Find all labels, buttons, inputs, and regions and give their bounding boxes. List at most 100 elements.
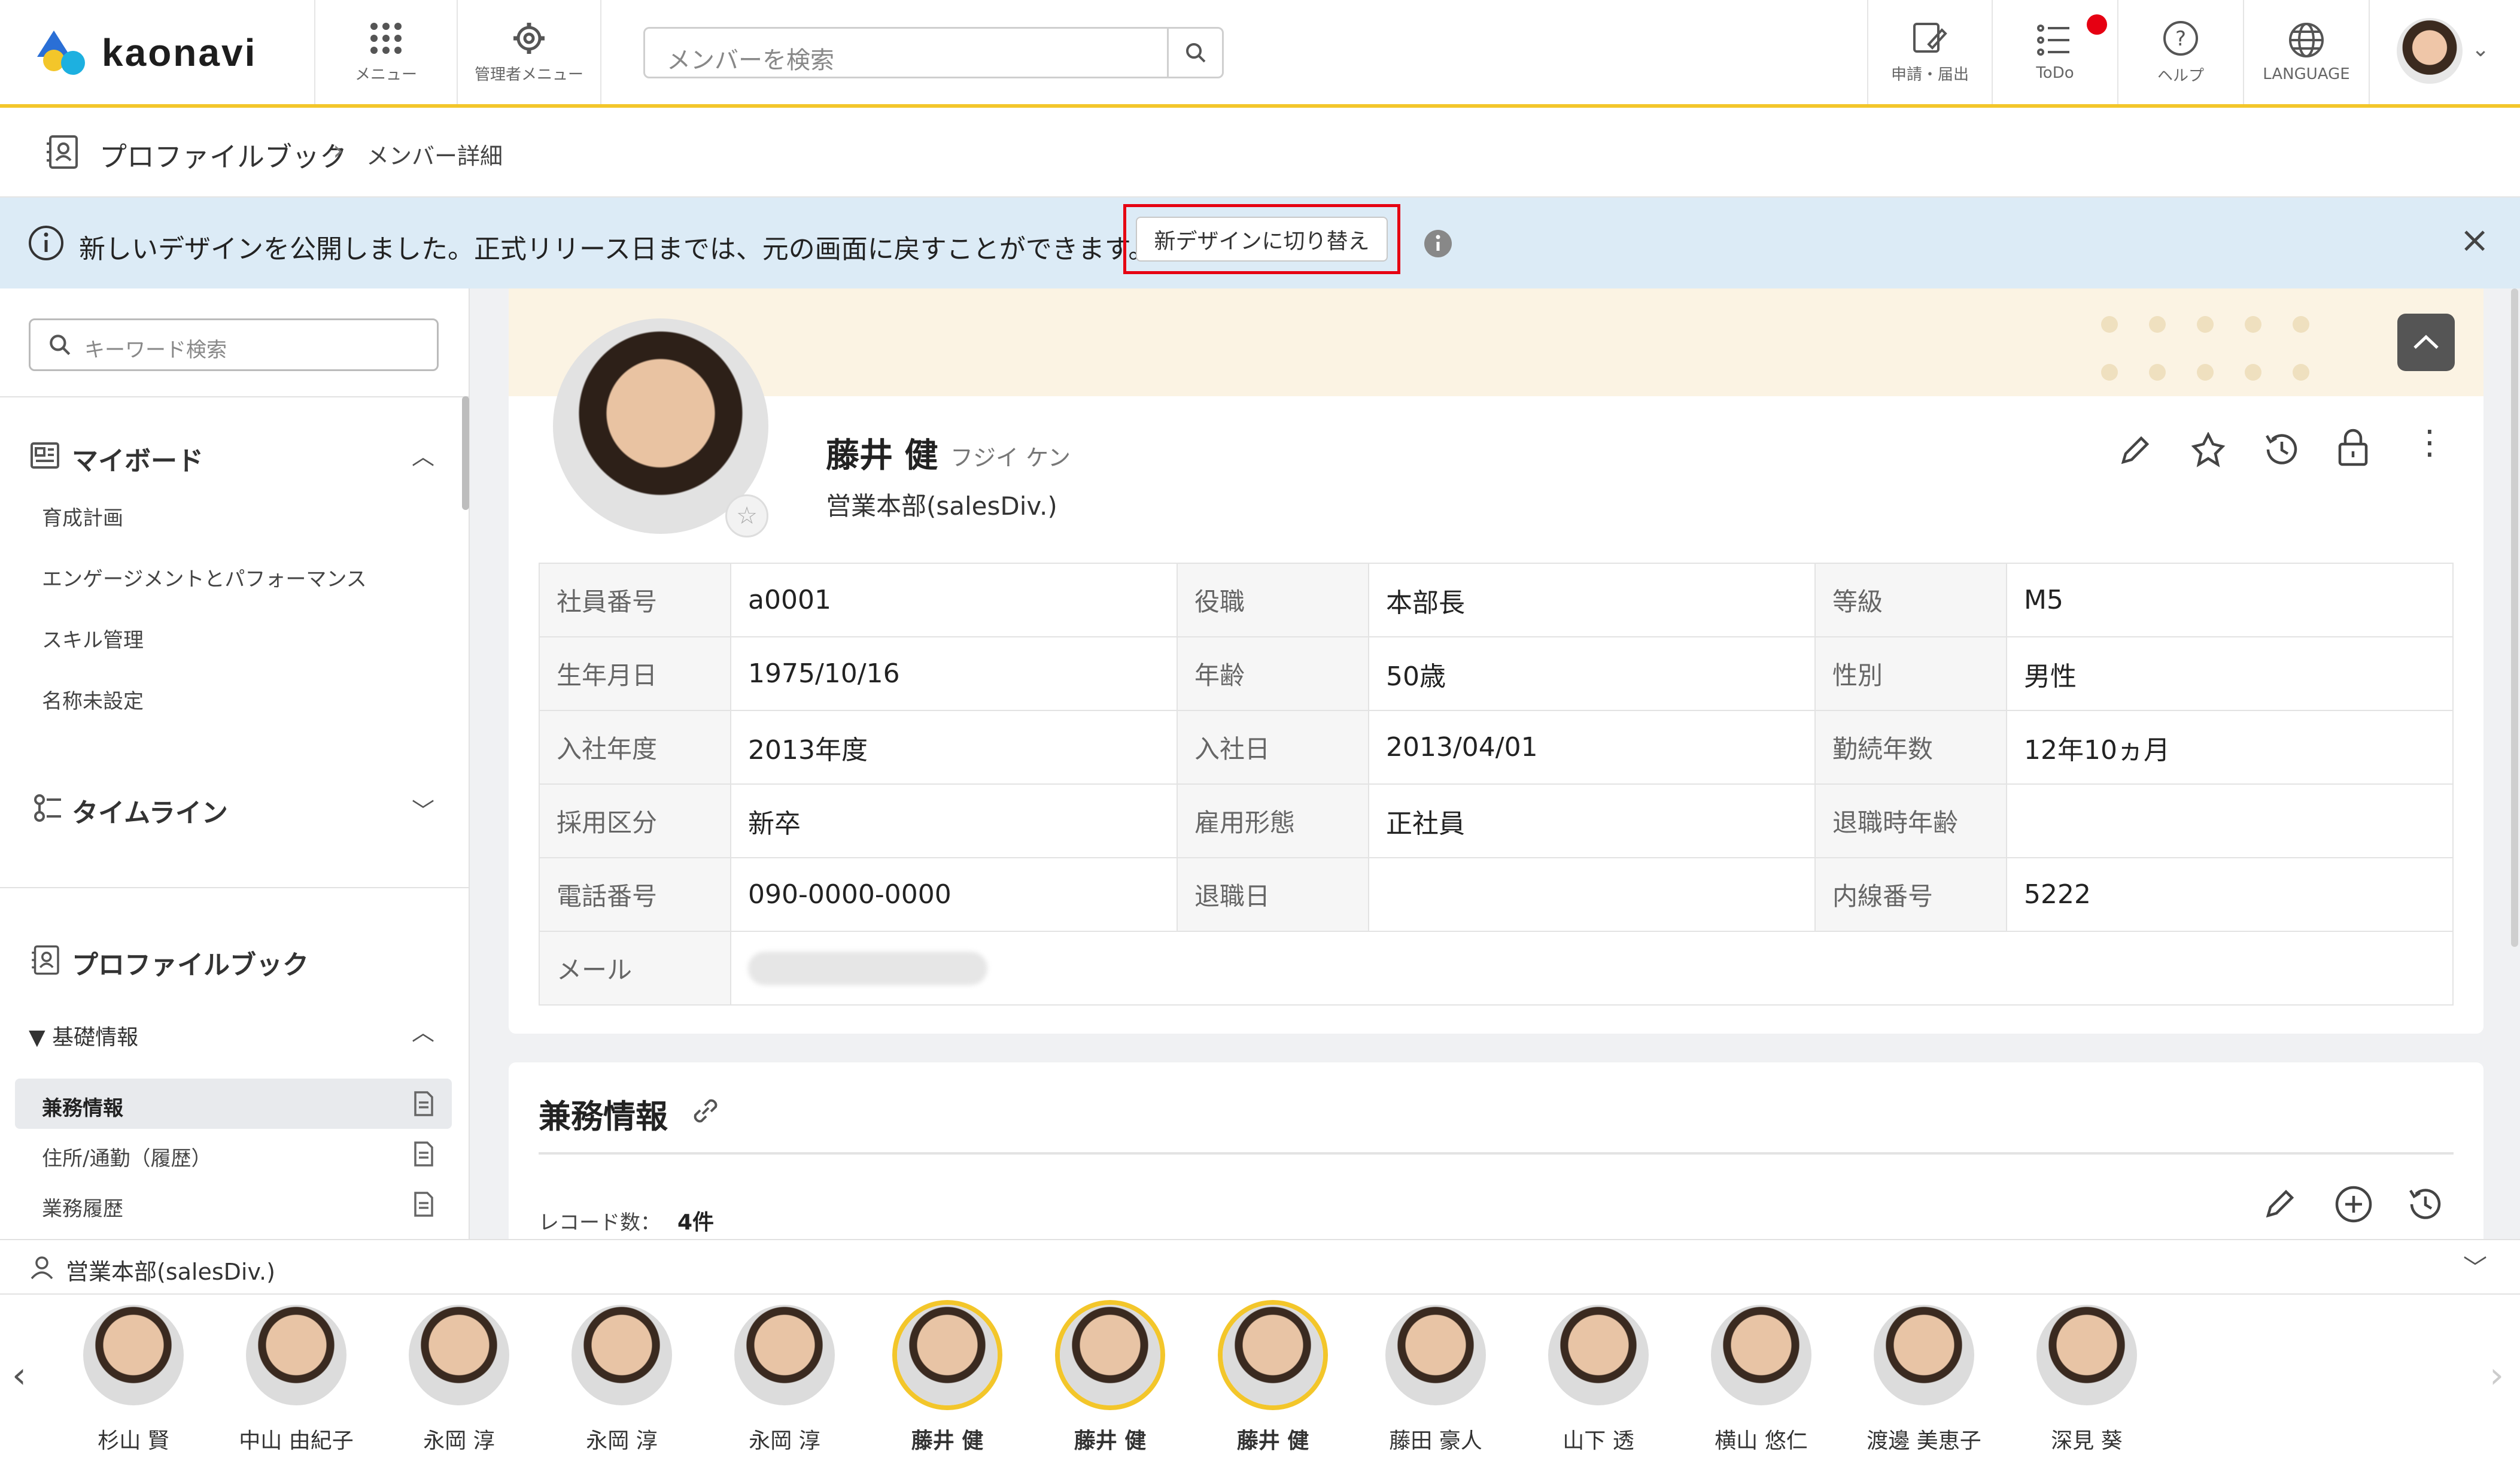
basic-info-item[interactable]: 業務履歴	[42, 1192, 123, 1222]
basic-info-item[interactable]: 兼務情報	[42, 1092, 123, 1121]
field-label: 役職	[1177, 563, 1369, 637]
timeline-title[interactable]: タイムライン	[72, 791, 228, 830]
member-item[interactable]: 横山 悠仁	[1689, 1305, 1833, 1454]
chevron-down-icon[interactable]: ﹀	[2463, 1249, 2487, 1283]
breadcrumb-root[interactable]: プロファイルブック	[99, 135, 347, 175]
document-icon	[414, 1141, 433, 1167]
table-row: メール	[539, 931, 2454, 1006]
board-icon	[31, 442, 59, 469]
favorite-star-icon[interactable]: ☆	[725, 494, 768, 537]
search-icon	[50, 335, 71, 356]
member-item[interactable]: 杉山 賢	[62, 1305, 205, 1454]
more-options-icon[interactable]: ⋮	[2413, 426, 2446, 460]
member-avatar	[1385, 1305, 1486, 1405]
member-avatar	[572, 1305, 672, 1405]
collapse-cover-button[interactable]	[2397, 314, 2455, 371]
field-value: 正社員	[1368, 783, 1816, 858]
field-label: 雇用形態	[1177, 783, 1369, 858]
field-label: 社員番号	[539, 563, 731, 637]
user-menu-chevron-icon[interactable]: ⌄	[2472, 37, 2489, 62]
member-avatar	[83, 1305, 184, 1405]
profilebook-title[interactable]: プロファイルブック	[72, 943, 309, 982]
member-search[interactable]: メンバーを検索	[643, 27, 1224, 78]
field-label: 内線番号	[1814, 857, 2007, 932]
chevron-up-icon	[2413, 335, 2439, 349]
myboard-item[interactable]: エンゲージメントとパフォーマンス	[42, 563, 367, 592]
logo-text: kaonavi	[102, 31, 257, 74]
member-search-input[interactable]: メンバーを検索	[667, 41, 834, 75]
info-filled-icon[interactable]	[1423, 229, 1453, 259]
user-avatar[interactable]	[2397, 18, 2463, 84]
edit-pencil-icon[interactable]	[2262, 1186, 2298, 1222]
next-arrow-icon[interactable]: ›	[2489, 1354, 2504, 1396]
pin-icon[interactable]	[2190, 432, 2226, 468]
apply-button[interactable]: 申請・届出	[1867, 0, 1993, 104]
breadcrumb-current: メンバー詳細	[366, 143, 503, 169]
keyword-search[interactable]: キーワード検索	[29, 318, 439, 371]
profile-book-icon	[32, 945, 59, 975]
field-label: 等級	[1814, 563, 2007, 637]
table-row: 入社年度 2013年度 入社日 2013/04/01 勤続年数 12年10ヵ月	[539, 710, 2454, 785]
chevron-up-icon[interactable]: ︿	[412, 1014, 434, 1047]
myboard-item[interactable]: 育成計画	[42, 502, 123, 531]
member-item[interactable]: 中山 由紀子	[224, 1305, 368, 1454]
apply-label: 申請・届出	[1890, 65, 1969, 84]
field-label: 電話番号	[539, 857, 731, 932]
member-item[interactable]: 藤田 豪人	[1364, 1305, 1507, 1454]
member-name: 中山 由紀子	[239, 1429, 354, 1453]
grid-icon	[370, 22, 402, 54]
group-label[interactable]: 営業本部(salesDiv.)	[66, 1253, 275, 1286]
chevron-up-icon[interactable]: ︿	[412, 438, 434, 471]
sidebar-scrollbar[interactable]	[462, 396, 469, 510]
member-name: 横山 悠仁	[1715, 1429, 1808, 1453]
member-item[interactable]: 山下 透	[1527, 1305, 1670, 1454]
language-label: LANGUAGE	[2263, 65, 2350, 83]
member-item[interactable]: 渡邊 美恵子	[1852, 1305, 1996, 1454]
kaonavi-logo[interactable]: kaonavi	[36, 23, 257, 83]
keyword-search-input[interactable]: キーワード検索	[84, 333, 227, 363]
close-icon[interactable]: ×	[2460, 219, 2489, 261]
info-icon	[29, 226, 63, 260]
help-button[interactable]: ? ヘルプ	[2118, 0, 2244, 104]
member-item[interactable]: 永岡 淳	[387, 1305, 531, 1454]
member-avatar	[246, 1305, 346, 1405]
basic-info-group[interactable]: ▼ 基礎情報	[29, 1020, 138, 1051]
search-button[interactable]	[1167, 29, 1222, 77]
menu-button[interactable]: メニュー	[314, 0, 458, 104]
help-icon: ?	[2163, 20, 2198, 56]
member-item[interactable]: 藤井 健	[1201, 1305, 1345, 1454]
field-value: 本部長	[1368, 563, 1816, 637]
add-circle-icon[interactable]	[2334, 1184, 2373, 1224]
main-scrollbar[interactable]	[2511, 288, 2518, 947]
myboard-title[interactable]: マイボード	[72, 439, 203, 478]
member-item[interactable]: 藤井 健	[876, 1305, 1019, 1454]
switch-design-button[interactable]: 新デザインに切り替え	[1136, 217, 1388, 262]
field-label: 勤続年数	[1814, 710, 2007, 785]
field-label: 入社年度	[539, 710, 731, 785]
member-item[interactable]: 永岡 淳	[713, 1305, 856, 1454]
basic-info-item[interactable]: 住所/通勤（履歴）	[42, 1142, 211, 1171]
member-item[interactable]: 藤井 健	[1038, 1305, 1182, 1454]
field-value	[2006, 783, 2454, 858]
help-label: ヘルプ	[2157, 66, 2204, 85]
member-item[interactable]: 永岡 淳	[550, 1305, 694, 1454]
profile-cover	[509, 288, 2483, 396]
profile-book-icon	[47, 135, 78, 169]
todo-list-icon	[2037, 25, 2069, 56]
prev-arrow-icon[interactable]: ‹	[12, 1354, 26, 1396]
language-button[interactable]: LANGUAGE	[2244, 0, 2370, 104]
link-icon[interactable]	[688, 1094, 723, 1128]
chevron-down-icon[interactable]: ﹀	[412, 792, 434, 825]
history-icon[interactable]	[2262, 430, 2302, 469]
myboard-item[interactable]: 名称未設定	[42, 685, 144, 714]
admin-menu-button[interactable]: 管理者メニュー	[458, 0, 601, 104]
member-name: 永岡 淳	[749, 1429, 820, 1453]
myboard-item[interactable]: スキル管理	[42, 624, 144, 653]
edit-pencil-icon[interactable]	[2117, 432, 2153, 468]
field-value: 12年10ヵ月	[2006, 710, 2454, 785]
history-icon[interactable]	[2406, 1184, 2445, 1224]
profile-kana: フジイ ケン	[950, 445, 1071, 471]
record-count: 4件	[677, 1210, 715, 1235]
member-item[interactable]: 深見 葵	[2015, 1305, 2159, 1454]
lock-icon[interactable]	[2335, 427, 2371, 467]
